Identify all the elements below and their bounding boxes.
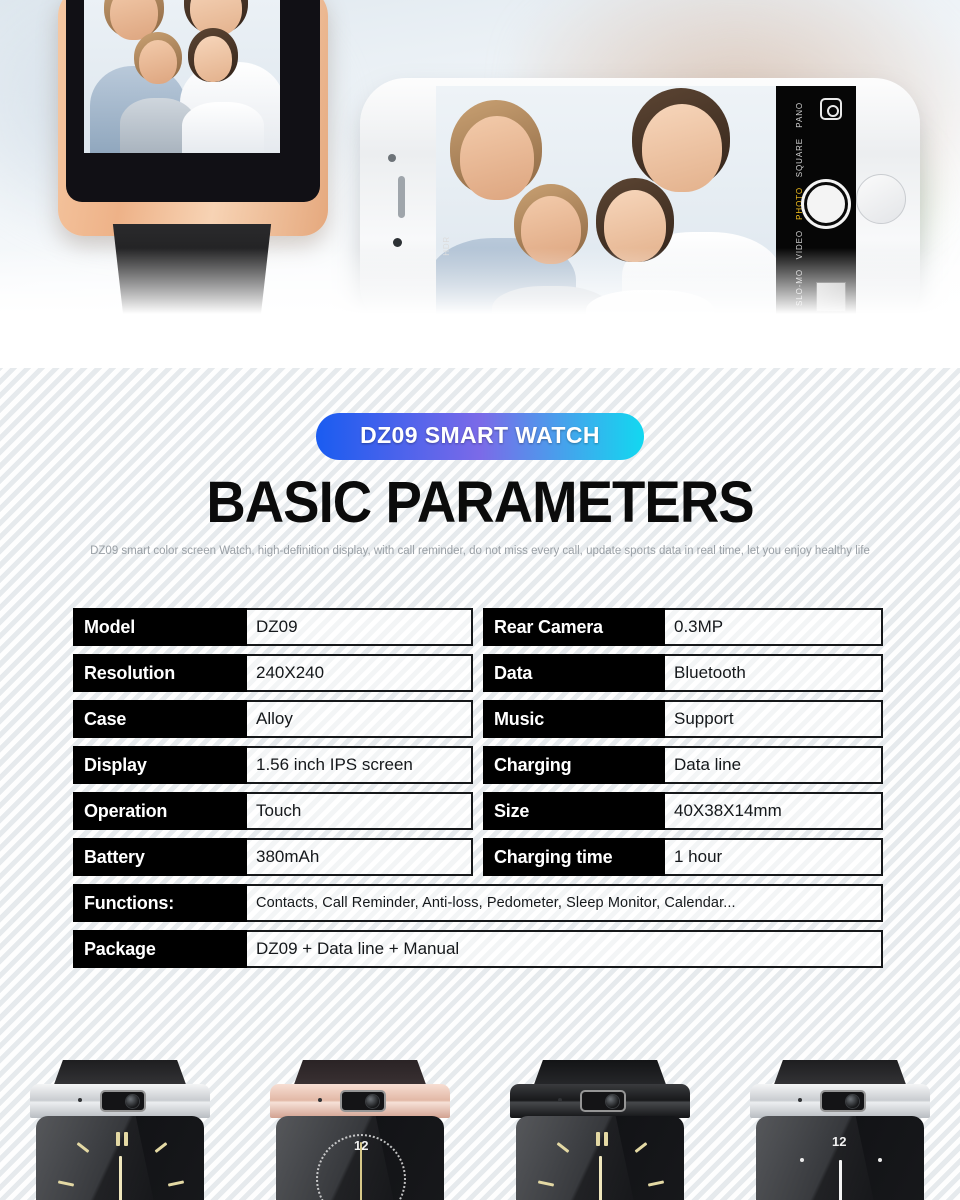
- earpiece-speaker: [398, 176, 405, 218]
- spec-row: Music Support: [483, 700, 883, 738]
- spec-value: 380mAh: [247, 838, 473, 876]
- watch-camera-window: [820, 1090, 866, 1112]
- spec-row: Operation Touch: [73, 792, 473, 830]
- specs-section: DZ09 SMART WATCH BASIC PARAMETERS DZ09 s…: [0, 368, 960, 1200]
- spec-row: Data Bluetooth: [483, 654, 883, 692]
- watch-camera-window: [580, 1090, 626, 1112]
- watch-face: 12: [756, 1116, 924, 1200]
- spec-value: DZ09: [247, 608, 473, 646]
- spec-key: Resolution: [73, 654, 247, 692]
- spec-value: DZ09 + Data line + Manual: [247, 930, 883, 968]
- watch-variant[interactable]: 12: [742, 1060, 938, 1200]
- microphone-icon: [798, 1098, 802, 1102]
- spec-row: Rear Camera 0.3MP: [483, 608, 883, 646]
- spec-row: Package DZ09 + Data line + Manual: [73, 930, 883, 968]
- screen-glare: [516, 1116, 639, 1200]
- spec-row: Charging Data line: [483, 746, 883, 784]
- microphone-icon: [318, 1098, 322, 1102]
- watch-camera-window: [100, 1090, 146, 1112]
- spec-key: Charging: [483, 746, 665, 784]
- spec-key: Battery: [73, 838, 247, 876]
- screen-glare: [36, 1116, 159, 1200]
- spec-value: Alloy: [247, 700, 473, 738]
- spec-value: Contacts, Call Reminder, Anti-loss, Pedo…: [247, 884, 883, 922]
- product-badge-container: DZ09 SMART WATCH: [0, 413, 960, 460]
- spec-value: Support: [665, 700, 883, 738]
- spec-key: Music: [483, 700, 665, 738]
- spec-key: Charging time: [483, 838, 665, 876]
- proximity-sensor-icon: [393, 238, 402, 247]
- front-camera-icon: [388, 154, 396, 162]
- spec-value: 0.3MP: [665, 608, 883, 646]
- spec-value: Bluetooth: [665, 654, 883, 692]
- page-title: BASIC PARAMETERS: [206, 470, 754, 535]
- microphone-icon: [78, 1098, 82, 1102]
- product-detail-page: SLO-MO VIDEO PHOTO SQUARE PANO HDR DZ09 …: [0, 0, 960, 1200]
- spec-value: Data line: [665, 746, 883, 784]
- banner-floor-fade: [0, 248, 960, 368]
- spec-key: Display: [73, 746, 247, 784]
- smartwatch-family-photo: [84, 0, 280, 153]
- home-button[interactable]: [856, 174, 906, 224]
- spec-column-left: Model DZ09 Resolution 240X240 Case Alloy Displ…: [73, 608, 473, 876]
- spec-key: Model: [73, 608, 247, 646]
- camera-mode-photo[interactable]: PHOTO: [795, 187, 804, 220]
- spec-row: Resolution 240X240: [73, 654, 473, 692]
- page-subtitle: DZ09 smart color screen Watch, high-defi…: [90, 545, 870, 557]
- spec-value: 1.56 inch IPS screen: [247, 746, 473, 784]
- watch-variant[interactable]: 12: [262, 1060, 458, 1200]
- color-variant-strip: 12 12: [0, 1040, 960, 1200]
- camera-lens-icon: [366, 1094, 379, 1108]
- spec-column-right: Rear Camera 0.3MP Data Bluetooth Music Suppor…: [483, 608, 883, 876]
- watch-camera-window: [340, 1090, 386, 1112]
- camera-lens-icon: [846, 1094, 859, 1108]
- spec-row: Charging time 1 hour: [483, 838, 883, 876]
- spec-value: 40X38X14mm: [665, 792, 883, 830]
- spec-value: 1 hour: [665, 838, 883, 876]
- spec-row: Functions: Contacts, Call Reminder, Anti-…: [73, 884, 883, 922]
- watch-face: [516, 1116, 684, 1200]
- spec-row: Size 40X38X14mm: [483, 792, 883, 830]
- watch-variant[interactable]: [22, 1060, 218, 1200]
- spec-value: 240X240: [247, 654, 473, 692]
- camera-mode-square[interactable]: SQUARE: [795, 138, 804, 177]
- spec-key: Data: [483, 654, 665, 692]
- spec-row: Battery 380mAh: [73, 838, 473, 876]
- spec-key: Case: [73, 700, 247, 738]
- spec-wide-rows: Functions: Contacts, Call Reminder, Anti-…: [73, 884, 883, 968]
- shutter-button[interactable]: [804, 182, 848, 226]
- microphone-icon: [558, 1098, 562, 1102]
- watch-face: [36, 1116, 204, 1200]
- camera-flip-icon[interactable]: [820, 98, 842, 120]
- spec-row: Display 1.56 inch IPS screen: [73, 746, 473, 784]
- camera-mode-pano[interactable]: PANO: [795, 102, 804, 128]
- watch-variant[interactable]: [502, 1060, 698, 1200]
- spec-row: Case Alloy: [73, 700, 473, 738]
- spec-table: Model DZ09 Resolution 240X240 Case Alloy Displ…: [73, 608, 883, 968]
- product-badge: DZ09 SMART WATCH: [316, 413, 644, 460]
- watch-face: 12: [276, 1116, 444, 1200]
- hero-banner: SLO-MO VIDEO PHOTO SQUARE PANO HDR: [0, 0, 960, 368]
- spec-row: Model DZ09: [73, 608, 473, 646]
- spec-key: Functions:: [73, 884, 247, 922]
- spec-key: Package: [73, 930, 247, 968]
- spec-key: Rear Camera: [483, 608, 665, 646]
- spec-value: Touch: [247, 792, 473, 830]
- camera-lens-icon: [126, 1094, 139, 1108]
- smartwatch-screen: [66, 0, 320, 202]
- spec-key: Size: [483, 792, 665, 830]
- camera-lens-icon: [606, 1094, 619, 1108]
- spec-key: Operation: [73, 792, 247, 830]
- screen-glare: [756, 1116, 879, 1200]
